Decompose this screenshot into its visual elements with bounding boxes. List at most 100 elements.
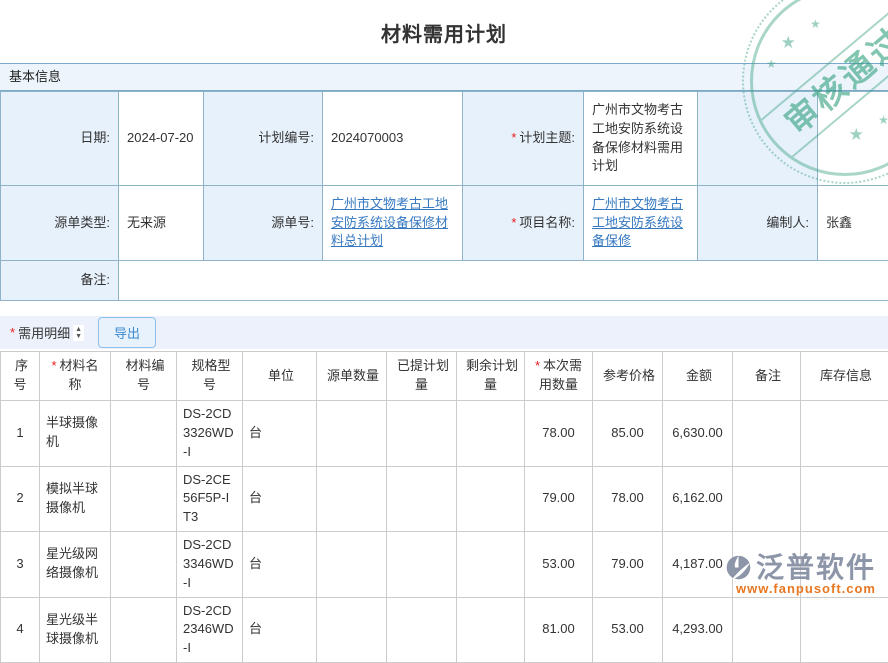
basic-info-section-header: 基本信息 — [0, 63, 888, 91]
chevron-down-icon[interactable]: ▼ — [75, 333, 82, 340]
table-cell — [801, 532, 888, 598]
table-cell: 53.00 — [525, 532, 593, 598]
table-cell — [457, 466, 525, 532]
details-table: 序号 *材料名称 材料编号 规格型号 单位 源单数量 已提计划量 剩余计划量 *… — [0, 351, 888, 663]
table-cell — [317, 597, 387, 663]
table-cell: DS-2CD3326WD-I — [177, 401, 243, 467]
plan-subject-value: 广州市文物考古工地安防系统设备保修材料需用计划 — [584, 92, 698, 186]
table-cell — [387, 466, 457, 532]
project-name-value: 广州市文物考古工地安防系统设备保修 — [584, 186, 698, 261]
table-cell: 3 — [1, 532, 40, 598]
basic-info-row: 源单类型: 无来源 源单号: 广州市文物考古工地安防系统设备保修材料总计划 *项… — [1, 186, 888, 261]
source-type-value: 无来源 — [119, 186, 204, 261]
table-cell — [801, 597, 888, 663]
remark-label: 备注: — [1, 261, 119, 301]
table-cell — [733, 597, 801, 663]
table-cell — [317, 466, 387, 532]
table-cell: DS-2CE56F5P-IT3 — [177, 466, 243, 532]
table-cell: 4 — [1, 597, 40, 663]
col-header-seq: 序号 — [1, 352, 40, 401]
plan-subject-label: *计划主题: — [463, 92, 584, 186]
table-cell: 2 — [1, 466, 40, 532]
plan-no-value: 2024070003 — [323, 92, 463, 186]
table-cell: 6,630.00 — [663, 401, 733, 467]
empty-label-cell — [698, 92, 818, 186]
empty-value-cell — [818, 92, 888, 186]
table-cell — [801, 466, 888, 532]
sort-spinner[interactable]: ▲ ▼ — [73, 325, 84, 341]
table-cell — [733, 401, 801, 467]
table-cell: 4,187.00 — [663, 532, 733, 598]
remark-value — [119, 261, 888, 301]
project-name-label: *项目名称: — [463, 186, 584, 261]
table-cell — [457, 597, 525, 663]
basic-info-table: 日期: 2024-07-20 计划编号: 2024070003 *计划主题: 广… — [0, 91, 888, 301]
table-row: 3星光级网络摄像机 DS-2CD3346WD-I台 53.0079.004,187.… — [1, 532, 888, 598]
table-cell: DS-2CD2346WD-I — [177, 597, 243, 663]
source-type-label: 源单类型: — [1, 186, 119, 261]
table-cell: 台 — [243, 532, 317, 598]
table-cell: 81.00 — [525, 597, 593, 663]
col-header-spec-model: 规格型号 — [177, 352, 243, 401]
col-header-remaining-plan-qty: 剩余计划量 — [457, 352, 525, 401]
table-cell — [111, 401, 177, 467]
col-header-source-qty: 源单数量 — [317, 352, 387, 401]
table-cell: 台 — [243, 466, 317, 532]
table-row: 1半球摄像机DS-2CD3326WD-I台78.0085.006,630.00 — [1, 401, 888, 467]
col-header-unit: 单位 — [243, 352, 317, 401]
spacer — [0, 301, 888, 316]
table-cell: 78.00 — [593, 466, 663, 532]
basic-info-row: 备注: — [1, 261, 888, 301]
table-cell — [111, 597, 177, 663]
table-row: 2模拟半球摄像机DS-2CE56F5P-IT3台79.0078.006,162.… — [1, 466, 888, 532]
required-mark: * — [511, 215, 516, 230]
table-cell: 台 — [243, 401, 317, 467]
table-cell — [111, 466, 177, 532]
table-cell — [387, 597, 457, 663]
table-cell — [457, 401, 525, 467]
col-header-remark: 备注 — [733, 352, 801, 401]
col-header-material-no: 材料编号 — [111, 352, 177, 401]
export-button[interactable]: 导出 — [98, 317, 156, 348]
table-cell: 星光级半球摄像机 — [40, 597, 111, 663]
table-row: 4星光级半球摄像机 DS-2CD2346WD-I台 81.0053.004,293.… — [1, 597, 888, 663]
details-header-row: 序号 *材料名称 材料编号 规格型号 单位 源单数量 已提计划量 剩余计划量 *… — [1, 352, 888, 401]
table-cell — [111, 532, 177, 598]
details-section-title: 需用明细 — [18, 323, 70, 342]
table-cell: 85.00 — [593, 401, 663, 467]
table-cell: DS-2CD3346WD-I — [177, 532, 243, 598]
col-header-material-name: *材料名称 — [40, 352, 111, 401]
basic-info-row: 日期: 2024-07-20 计划编号: 2024070003 *计划主题: 广… — [1, 92, 888, 186]
table-cell: 78.00 — [525, 401, 593, 467]
table-cell: 53.00 — [593, 597, 663, 663]
table-cell — [317, 401, 387, 467]
project-link[interactable]: 广州市文物考古工地安防系统设备保修 — [592, 196, 683, 249]
creator-value: 张鑫 — [818, 186, 888, 261]
col-header-submitted-plan-qty: 已提计划量 — [387, 352, 457, 401]
creator-label: 编制人: — [698, 186, 818, 261]
required-mark: * — [511, 130, 516, 145]
table-cell — [387, 401, 457, 467]
source-no-label: 源单号: — [204, 186, 323, 261]
table-cell: 4,293.00 — [663, 597, 733, 663]
table-cell: 模拟半球摄像机 — [40, 466, 111, 532]
table-cell: 星光级网络摄像机 — [40, 532, 111, 598]
source-doc-link[interactable]: 广州市文物考古工地安防系统设备保修材料总计划 — [331, 196, 448, 249]
chevron-up-icon[interactable]: ▲ — [75, 326, 82, 333]
plan-no-label: 计划编号: — [204, 92, 323, 186]
required-mark: * — [10, 325, 15, 340]
table-cell — [733, 532, 801, 598]
table-cell — [387, 532, 457, 598]
source-no-value: 广州市文物考古工地安防系统设备保修材料总计划 — [323, 186, 463, 261]
col-header-ref-price: 参考价格 — [593, 352, 663, 401]
table-cell — [801, 401, 888, 467]
date-value: 2024-07-20 — [119, 92, 204, 186]
col-header-amount: 金额 — [663, 352, 733, 401]
table-cell: 1 — [1, 401, 40, 467]
table-cell: 台 — [243, 597, 317, 663]
details-toolbar: * 需用明细 ▲ ▼ 导出 — [0, 316, 888, 349]
table-cell: 79.00 — [525, 466, 593, 532]
table-cell: 79.00 — [593, 532, 663, 598]
details-tbody: 1半球摄像机DS-2CD3326WD-I台78.0085.006,630.002… — [1, 401, 888, 663]
date-label: 日期: — [1, 92, 119, 186]
